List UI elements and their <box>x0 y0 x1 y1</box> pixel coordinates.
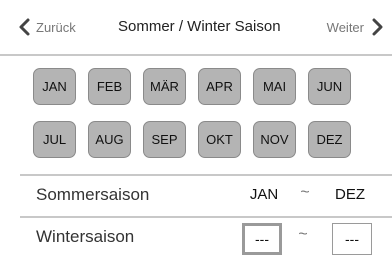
back-button[interactable]: Zurück <box>18 17 76 37</box>
month-grid: JAN FEB MÄR APR MAI JUN JUL AUG SEP OKT … <box>33 68 371 174</box>
month-button-jan[interactable]: JAN <box>33 68 76 105</box>
winter-season-label: Wintersaison <box>36 227 135 246</box>
month-button-dez[interactable]: DEZ <box>308 121 351 158</box>
month-row-1: JAN FEB MÄR APR MAI JUN <box>33 68 371 105</box>
chevron-right-icon <box>370 17 384 37</box>
winter-range-separator: ~ <box>298 226 308 243</box>
page-title: Sommer / Winter Saison <box>118 18 281 35</box>
summer-season-row: Sommersaison JAN ~ DEZ <box>20 174 392 216</box>
chevron-left-icon <box>18 17 32 37</box>
next-label: Weiter <box>326 19 364 35</box>
month-button-aug[interactable]: AUG <box>88 121 131 158</box>
month-button-jul[interactable]: JUL <box>33 121 76 158</box>
month-button-mar[interactable]: MÄR <box>143 68 186 105</box>
season-settings-panel: Zurück Sommer / Winter Saison Weiter JAN… <box>0 0 392 256</box>
summer-end-month[interactable]: DEZ <box>332 186 368 203</box>
header-bar: Zurück Sommer / Winter Saison Weiter <box>0 0 392 56</box>
month-button-nov[interactable]: NOV <box>253 121 296 158</box>
month-button-okt[interactable]: OKT <box>198 121 241 158</box>
month-button-mai[interactable]: MAI <box>253 68 296 105</box>
winter-start-month-field[interactable]: --- <box>242 223 282 255</box>
summer-season-label: Sommersaison <box>36 185 150 204</box>
winter-season-row: Wintersaison --- ~ --- <box>20 216 392 258</box>
month-button-sep[interactable]: SEP <box>143 121 186 158</box>
summer-start-month[interactable]: JAN <box>246 186 282 203</box>
month-button-jun[interactable]: JUN <box>308 68 351 105</box>
month-row-2: JUL AUG SEP OKT NOV DEZ <box>33 121 371 158</box>
back-label: Zurück <box>36 19 76 35</box>
summer-range-separator: ~ <box>300 184 310 201</box>
next-button[interactable]: Weiter <box>327 17 384 37</box>
month-button-apr[interactable]: APR <box>198 68 241 105</box>
month-button-feb[interactable]: FEB <box>88 68 131 105</box>
winter-end-month-field[interactable]: --- <box>332 223 372 255</box>
